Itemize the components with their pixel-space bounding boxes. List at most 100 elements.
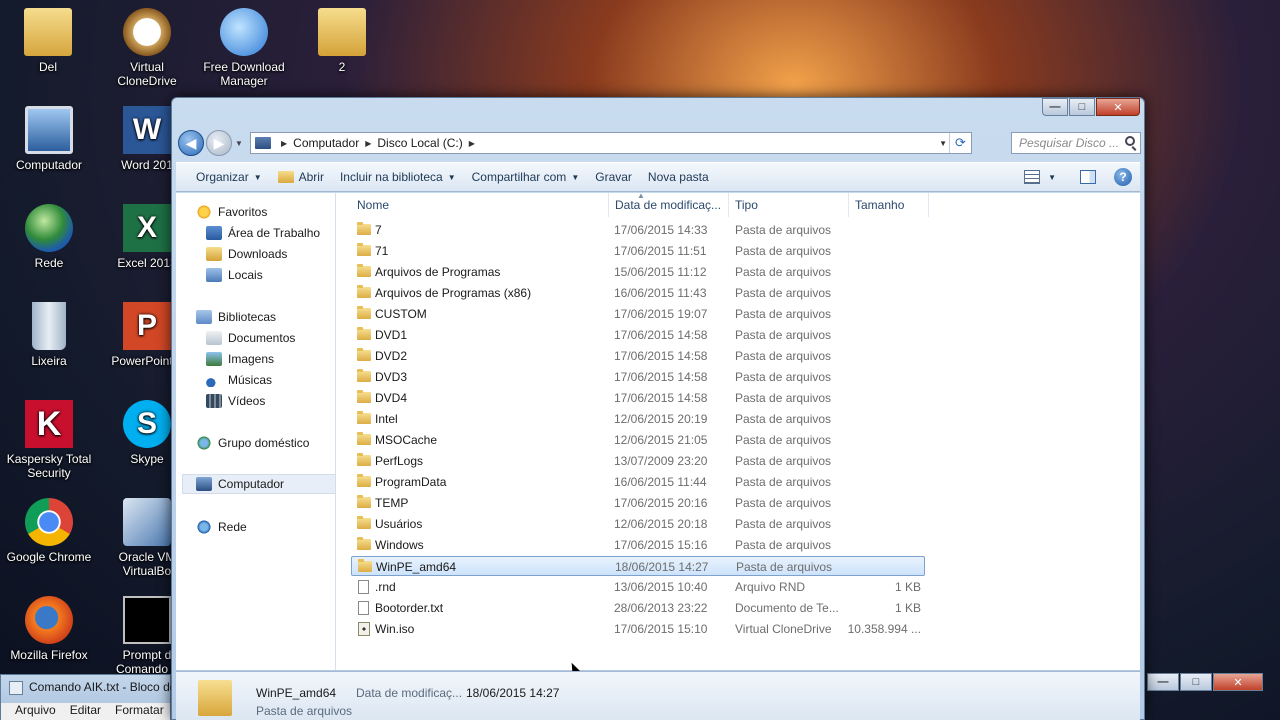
menu-editar[interactable]: Editar	[70, 703, 101, 720]
folder-icon	[357, 327, 371, 340]
help-icon[interactable]: ?	[1114, 168, 1132, 186]
nav-computer[interactable]: Computador	[182, 474, 336, 494]
file-row[interactable]: DVD3 17/06/2015 14:58 Pasta de arquivos	[351, 367, 925, 387]
back-button[interactable]: ◀	[178, 130, 204, 156]
file-row[interactable]: DVD2 17/06/2015 14:58 Pasta de arquivos	[351, 346, 925, 366]
folder-icon	[357, 474, 371, 487]
file-row[interactable]: Win.iso 17/06/2015 15:10 Virtual CloneDriv…	[351, 619, 925, 639]
open-button[interactable]: Abrir	[277, 170, 324, 184]
menu-formatar[interactable]: Formatar	[115, 703, 164, 720]
file-row[interactable]: Windows 17/06/2015 15:16 Pasta de arquivos	[351, 535, 925, 555]
organize-button[interactable]: Organizar ▼	[196, 170, 262, 184]
file-name: ProgramData	[375, 475, 447, 489]
desktop-icon-lixeira[interactable]: Lixeira	[1, 302, 97, 368]
new-folder-button[interactable]: Nova pasta	[648, 170, 709, 184]
desktop-icon-del[interactable]: Del	[0, 8, 96, 74]
file-row[interactable]: DVD4 17/06/2015 14:58 Pasta de arquivos	[351, 388, 925, 408]
word-icon: W	[123, 106, 171, 154]
change-view-icon[interactable]	[1024, 170, 1041, 184]
breadcrumb-computador[interactable]: Computador	[293, 136, 359, 150]
address-dropdown-icon[interactable]: ▼	[939, 139, 947, 148]
desktop-icon-rede[interactable]: Rede	[1, 204, 97, 270]
notepad-maximize-button[interactable]: □	[1180, 673, 1212, 691]
file-row[interactable]: Bootorder.txt 28/06/2013 23:22 Documento d…	[351, 598, 925, 618]
file-row[interactable]: MSOCache 12/06/2015 21:05 Pasta de arquivo…	[351, 430, 925, 450]
file-name: DVD4	[375, 391, 408, 405]
file-row[interactable]: PerfLogs 13/07/2009 23:20 Pasta de arquivo…	[351, 451, 925, 471]
preview-pane-icon[interactable]	[1080, 170, 1096, 184]
desktop-icon-kaspersky[interactable]: K Kaspersky Total Security	[1, 400, 97, 480]
file-date: 17/06/2015 14:58	[614, 370, 708, 384]
file-date: 17/06/2015 14:58	[614, 328, 708, 342]
breadcrumb-disco-local[interactable]: Disco Local (C:)	[377, 136, 462, 150]
file-name: 7	[375, 223, 382, 237]
search-icon[interactable]	[1125, 136, 1135, 146]
command-prompt-icon	[123, 596, 171, 644]
file-row[interactable]: WinPE_amd64 18/06/2015 14:27 Pasta de arqu…	[351, 556, 925, 576]
desktop-icon-free-download-manager[interactable]: Free Download Manager	[196, 8, 292, 88]
address-bar[interactable]: ▶ Computador ▶ Disco Local (C:) ▶ ▼ ⟳	[250, 132, 972, 154]
nav-favorites[interactable]: Favoritos	[196, 202, 356, 222]
column-header-date[interactable]: Data de modificaç...	[609, 193, 729, 217]
column-header-size[interactable]: Tamanho	[849, 193, 929, 217]
notepad-close-button[interactable]: ✕	[1213, 673, 1263, 691]
file-row[interactable]: ProgramData 16/06/2015 11:44 Pasta de arqu…	[351, 472, 925, 492]
notepad-minimize-button[interactable]: —	[1147, 673, 1179, 691]
details-pane: WinPE_amd64 Pasta de arquivos Data de mo…	[176, 671, 1140, 720]
file-type: Pasta de arquivos	[735, 265, 832, 279]
file-date: 13/06/2015 10:40	[614, 580, 708, 594]
folder-icon	[357, 495, 371, 508]
refresh-icon[interactable]: ⟳	[949, 133, 971, 153]
file-row[interactable]: .rnd 13/06/2015 10:40 Arquivo RND 1 KB	[351, 577, 925, 597]
nav-libraries[interactable]: Bibliotecas	[196, 307, 356, 327]
file-row[interactable]: TEMP 17/06/2015 20:16 Pasta de arquivos	[351, 493, 925, 513]
file-row[interactable]: Arquivos de Programas (x86) 16/06/2015 11…	[351, 283, 925, 303]
computer-icon	[255, 137, 271, 149]
close-button[interactable]: ✕	[1096, 98, 1140, 116]
file-date: 17/06/2015 19:07	[614, 307, 708, 321]
folder-open-icon	[277, 171, 294, 183]
folder-icon	[357, 453, 371, 466]
places-icon	[206, 268, 222, 282]
file-date: 15/06/2015 11:12	[614, 265, 707, 279]
view-dropdown-icon[interactable]: ▼	[1048, 173, 1056, 182]
details-modified-label: Data de modificaç...	[356, 686, 463, 700]
desktop-icon-mozilla-firefox[interactable]: Mozilla Firefox	[1, 596, 97, 662]
column-header-name[interactable]: Nome	[351, 193, 609, 217]
desktop-icon	[206, 226, 222, 240]
file-row[interactable]: DVD1 17/06/2015 14:58 Pasta de arquivos	[351, 325, 925, 345]
desktop-icon-computador[interactable]: Computador	[1, 106, 97, 172]
nav-homegroup[interactable]: Grupo doméstico	[196, 433, 356, 453]
minimize-button[interactable]: —	[1042, 98, 1068, 116]
file-type: Virtual CloneDrive	[735, 622, 832, 636]
search-input[interactable]: Pesquisar Disco ...	[1011, 132, 1141, 154]
menu-arquivo[interactable]: Arquivo	[15, 703, 56, 720]
libraries-icon	[196, 310, 212, 324]
file-name: Arquivos de Programas	[375, 265, 501, 279]
share-with-button[interactable]: Compartilhar com ▼	[472, 170, 580, 184]
maximize-button[interactable]: □	[1069, 98, 1095, 116]
recent-pages-dropdown[interactable]: ▼	[235, 139, 243, 148]
file-row[interactable]: 7 17/06/2015 14:33 Pasta de arquivos	[351, 220, 925, 240]
desktop-icon-2[interactable]: 2	[294, 8, 390, 74]
file-type: Pasta de arquivos	[735, 391, 832, 405]
images-icon	[206, 352, 222, 366]
file-row[interactable]: 71 17/06/2015 11:51 Pasta de arquivos	[351, 241, 925, 261]
column-header-type[interactable]: Tipo	[729, 193, 849, 217]
file-type: Pasta de arquivos	[735, 286, 832, 300]
file-row[interactable]: CUSTOM 17/06/2015 19:07 Pasta de arquivos	[351, 304, 925, 324]
desktop-icon-virtual-clonedrive[interactable]: Virtual CloneDrive	[99, 8, 195, 88]
forward-button[interactable]: ▶	[206, 130, 232, 156]
notepad-window[interactable]: Comando AIK.txt - Bloco de Arquivo Edita…	[0, 674, 176, 720]
nav-network[interactable]: Rede	[196, 517, 356, 537]
file-row[interactable]: Usuários 12/06/2015 20:18 Pasta de arquivo…	[351, 514, 925, 534]
file-icon	[358, 580, 369, 594]
include-in-library-button[interactable]: Incluir na biblioteca ▼	[340, 170, 456, 184]
burn-button[interactable]: Gravar	[595, 170, 632, 184]
file-row[interactable]: Intel 12/06/2015 20:19 Pasta de arquivos	[351, 409, 925, 429]
documents-icon	[206, 331, 222, 345]
file-row[interactable]: Arquivos de Programas 15/06/2015 11:12 Pas…	[351, 262, 925, 282]
file-size: 1 KB	[894, 580, 921, 594]
desktop-icon-google-chrome[interactable]: Google Chrome	[1, 498, 97, 564]
navigation-pane: Favoritos Área de Trabalho Downloads Loc…	[176, 193, 336, 670]
